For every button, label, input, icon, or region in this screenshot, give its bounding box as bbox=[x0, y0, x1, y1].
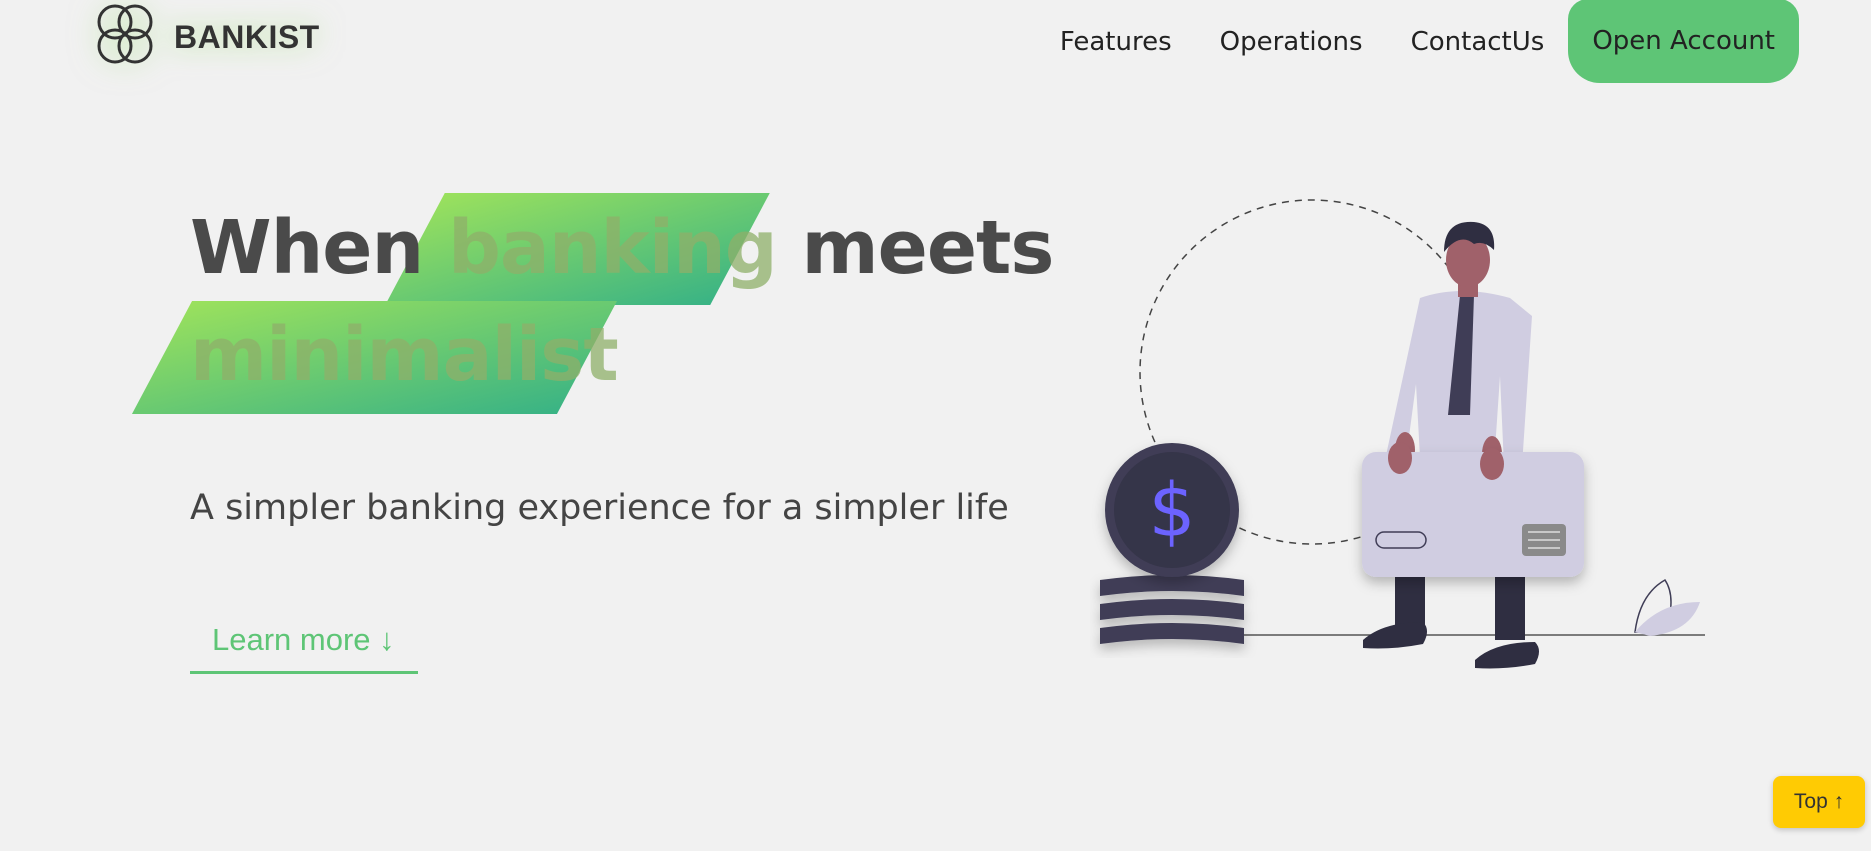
hero-title-line2: minimalist bbox=[190, 312, 619, 398]
nav-link-features[interactable]: Features bbox=[1060, 27, 1172, 57]
navbar: BANKIST Features Operations ContactUs Op… bbox=[0, 0, 1871, 90]
nav-links: Features Operations ContactUs Open Accou… bbox=[1060, 0, 1799, 84]
hero-subtitle: A simpler banking experience for a simpl… bbox=[190, 488, 1009, 528]
bankist-logo-icon bbox=[97, 4, 153, 64]
svg-text:$: $ bbox=[1148, 468, 1195, 554]
brand-name: BANKIST bbox=[174, 18, 320, 55]
page: BANKIST Features Operations ContactUs Op… bbox=[0, 0, 1871, 851]
hero-illustration: $ bbox=[1100, 199, 1705, 669]
dollar-coin-icon: $ bbox=[1105, 443, 1239, 577]
nav-link-operations[interactable]: Operations bbox=[1220, 27, 1363, 57]
title-word-meets: meets bbox=[801, 205, 1055, 291]
nav-link-contact[interactable]: ContactUs bbox=[1411, 27, 1545, 57]
title-word-banking: banking bbox=[447, 205, 778, 291]
learn-more-button[interactable]: Learn more ↓ bbox=[190, 618, 418, 674]
coin-stack-icon bbox=[1100, 575, 1244, 644]
person-figure bbox=[1363, 221, 1539, 669]
title-word-minimalist: minimalist bbox=[190, 312, 619, 398]
open-account-button[interactable]: Open Account bbox=[1568, 0, 1799, 83]
hero-title-line1: When banking meets bbox=[190, 205, 1055, 291]
logo[interactable]: BANKIST bbox=[90, 0, 320, 74]
title-word-when: When bbox=[190, 205, 424, 291]
leaf-icon bbox=[1634, 579, 1700, 636]
back-to-top-button[interactable]: Top ↑ bbox=[1773, 776, 1865, 828]
